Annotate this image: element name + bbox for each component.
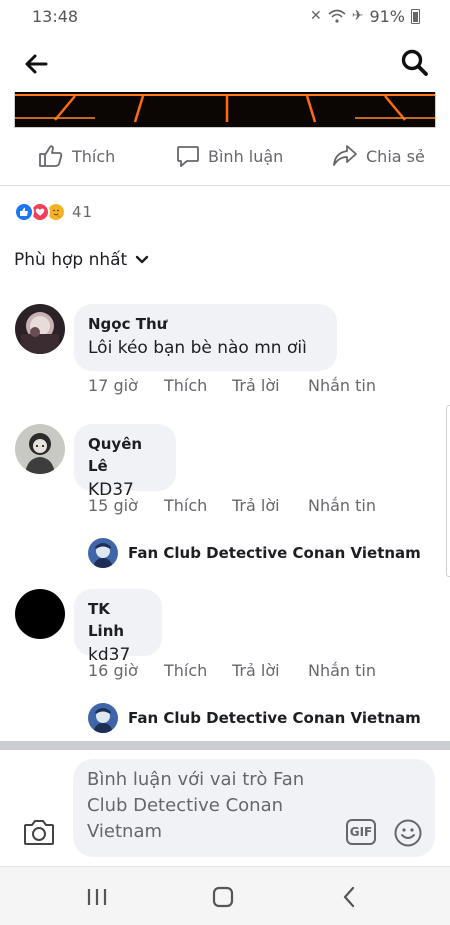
comment-time: 15 giờ	[88, 496, 138, 515]
comment-author[interactable]: Ngọc Thư	[88, 313, 323, 335]
comment-author[interactable]: TK Linh	[88, 598, 148, 642]
comment-author[interactable]: Quyên Lê	[88, 433, 162, 477]
status-bar: 13:48 ✕ ✈ 91%	[0, 0, 450, 32]
comment-reply-button[interactable]: Trả lời	[232, 496, 308, 515]
status-time: 13:48	[32, 6, 79, 26]
comment-button[interactable]: Bình luận	[176, 144, 283, 168]
battery-icon	[411, 8, 420, 24]
reactions-summary[interactable]: 41	[14, 200, 93, 224]
system-nav-bar	[0, 866, 450, 925]
emoji-icon	[394, 819, 422, 847]
page-reply-name: Fan Club Detective Conan Vietnam	[128, 544, 421, 562]
like-reaction-icon	[14, 202, 34, 222]
sort-label: Phù hợp nhất	[14, 250, 128, 270]
share-icon	[333, 145, 357, 166]
comment-time: 16 giờ	[88, 661, 138, 680]
back-nav-icon	[343, 886, 355, 908]
back-button[interactable]	[20, 50, 52, 78]
home-button[interactable]	[208, 883, 238, 911]
comment-icon	[177, 146, 199, 167]
page-avatar	[88, 538, 118, 568]
camera-icon	[24, 820, 54, 845]
share-button[interactable]: Chia sẻ	[332, 144, 425, 168]
comment-meta: 16 giờ Thích Trả lời Nhắn tin	[88, 661, 376, 680]
scrollbar[interactable]	[446, 405, 450, 577]
comment-message-button[interactable]: Nhắn tin	[308, 661, 376, 680]
avatar[interactable]	[15, 424, 65, 474]
comment-time: 17 giờ	[88, 376, 138, 395]
chevron-down-icon	[136, 255, 149, 264]
page-avatar	[88, 703, 118, 733]
like-button[interactable]: Thích	[38, 144, 115, 168]
airplane-icon: ✈	[351, 8, 364, 24]
page-reply[interactable]: Fan Club Detective Conan Vietnam	[88, 703, 421, 733]
back-nav-button[interactable]	[334, 883, 364, 911]
status-icons: ✕ ✈ 91%	[310, 7, 420, 26]
comment-like-button[interactable]: Thích	[164, 496, 232, 515]
like-label: Thích	[72, 146, 116, 166]
comment-input-placeholder: Bình luận với vai trò Fan Club Detective…	[87, 769, 305, 842]
comment-reply-button[interactable]: Trả lời	[232, 661, 308, 680]
home-icon	[212, 886, 234, 908]
sort-dropdown[interactable]: Phù hợp nhất	[14, 250, 149, 270]
comment-input[interactable]: Bình luận với vai trò Fan Club Detective…	[73, 759, 435, 857]
avatar[interactable]	[15, 589, 65, 639]
search-button[interactable]	[400, 48, 432, 80]
camera-button[interactable]	[23, 818, 55, 846]
back-arrow-icon	[25, 54, 48, 74]
recent-apps-button[interactable]	[82, 883, 112, 911]
search-icon	[401, 49, 428, 76]
comment-bubble[interactable]: Ngọc Thư Lôi kéo bạn bè nào mn ơiì	[74, 304, 337, 371]
comment-meta: 17 giờ Thích Trả lời Nhắn tin	[88, 376, 376, 395]
post-image[interactable]	[14, 92, 436, 128]
divider	[0, 185, 450, 186]
battery-percent: 91%	[369, 6, 405, 26]
post-image-graphic	[15, 92, 435, 127]
share-label: Chia sẻ	[366, 146, 425, 166]
comment-meta: 15 giờ Thích Trả lời Nhắn tin	[88, 496, 376, 515]
comment-message-button[interactable]: Nhắn tin	[308, 496, 376, 515]
post-actions: Thích Bình luận Chia sẻ	[0, 132, 450, 184]
composer-divider	[0, 741, 450, 750]
top-bar	[0, 32, 450, 92]
comment-label: Bình luận	[208, 146, 284, 166]
comment-text: Lôi kéo bạn bè nào mn ơiì	[88, 338, 307, 358]
mute-icon: ✕	[309, 8, 322, 24]
emoji-button[interactable]	[393, 818, 423, 848]
avatar[interactable]	[15, 304, 65, 354]
comment-message-button[interactable]: Nhắn tin	[308, 376, 376, 395]
comment-bubble[interactable]: TK Linh kd37	[74, 589, 162, 665]
comment-bubble[interactable]: Quyên Lê KD37	[74, 424, 176, 500]
reaction-count: 41	[72, 203, 94, 221]
comment-reply-button[interactable]: Trả lời	[232, 376, 308, 395]
like-icon	[39, 145, 63, 167]
gif-button[interactable]: GIF	[346, 819, 376, 845]
comment-like-button[interactable]: Thích	[164, 661, 232, 680]
page-reply-name: Fan Club Detective Conan Vietnam	[128, 709, 421, 727]
recent-apps-icon	[87, 889, 107, 905]
wifi-icon	[328, 9, 346, 23]
page-reply[interactable]: Fan Club Detective Conan Vietnam	[88, 538, 421, 568]
comment-like-button[interactable]: Thích	[164, 376, 232, 395]
